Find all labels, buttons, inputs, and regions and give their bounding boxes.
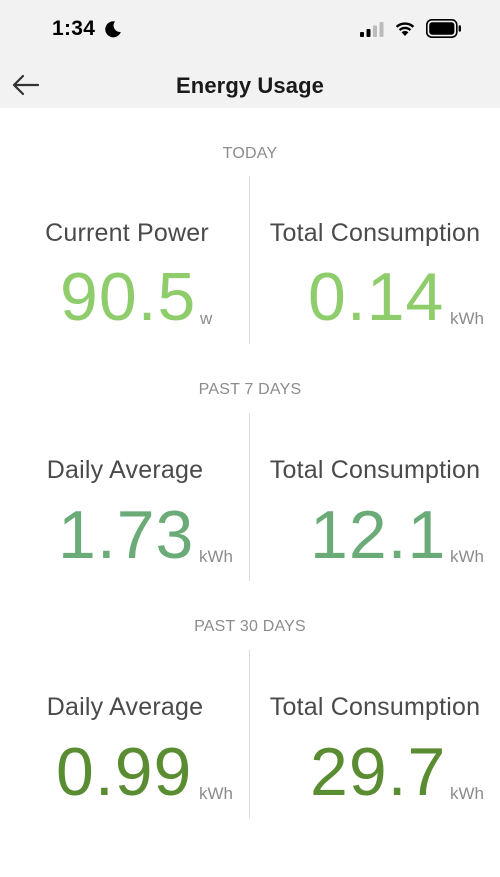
- metric-unit: kWh: [450, 309, 484, 328]
- metric-label: Total Consumption: [269, 693, 481, 721]
- metric-unit: kWh: [199, 547, 233, 566]
- wifi-icon: [395, 22, 415, 36]
- metric-label: Total Consumption: [269, 456, 481, 484]
- section-past-30-days: PAST 30 DAYS Daily Average 0.99 kWh Tota…: [0, 582, 500, 818]
- metric-unit: kWh: [199, 784, 233, 803]
- metric-unit: kWh: [450, 784, 484, 803]
- metric-value: 0.99: [56, 734, 193, 810]
- section-divider: [249, 413, 250, 581]
- metric-label: Daily Average: [46, 693, 204, 721]
- section-label: TODAY: [222, 145, 278, 162]
- metric-value: 90.5: [60, 259, 197, 335]
- metric-label: Total Consumption: [269, 219, 481, 247]
- section-divider: [249, 650, 250, 818]
- cellular-signal-icon: [360, 22, 384, 37]
- status-time: 1:34: [52, 17, 96, 40]
- navigation-bar: Energy Usage: [0, 58, 500, 108]
- metric-value: 1.73: [58, 497, 195, 573]
- metric-unit: kWh: [450, 547, 484, 566]
- section-label: PAST 30 DAYS: [194, 618, 306, 635]
- section-divider: [249, 176, 250, 344]
- page-title: Energy Usage: [176, 73, 324, 98]
- metric-value: 0.14: [308, 259, 445, 335]
- section-past-7-days: PAST 7 DAYS Daily Average 1.73 kWh Total…: [0, 345, 500, 581]
- battery-icon: [426, 19, 461, 38]
- moon-icon: [105, 21, 121, 38]
- section-label: PAST 7 DAYS: [198, 381, 302, 398]
- metric-label: Daily Average: [46, 456, 204, 484]
- metric-value: 29.7: [310, 734, 447, 810]
- status-bar: 1:34: [0, 0, 500, 58]
- section-today: TODAY Current Power 90.5 w Total Consump…: [0, 108, 500, 344]
- metric-value: 12.1: [310, 497, 447, 573]
- metric-label: Current Power: [45, 219, 209, 247]
- metric-unit: w: [200, 309, 213, 328]
